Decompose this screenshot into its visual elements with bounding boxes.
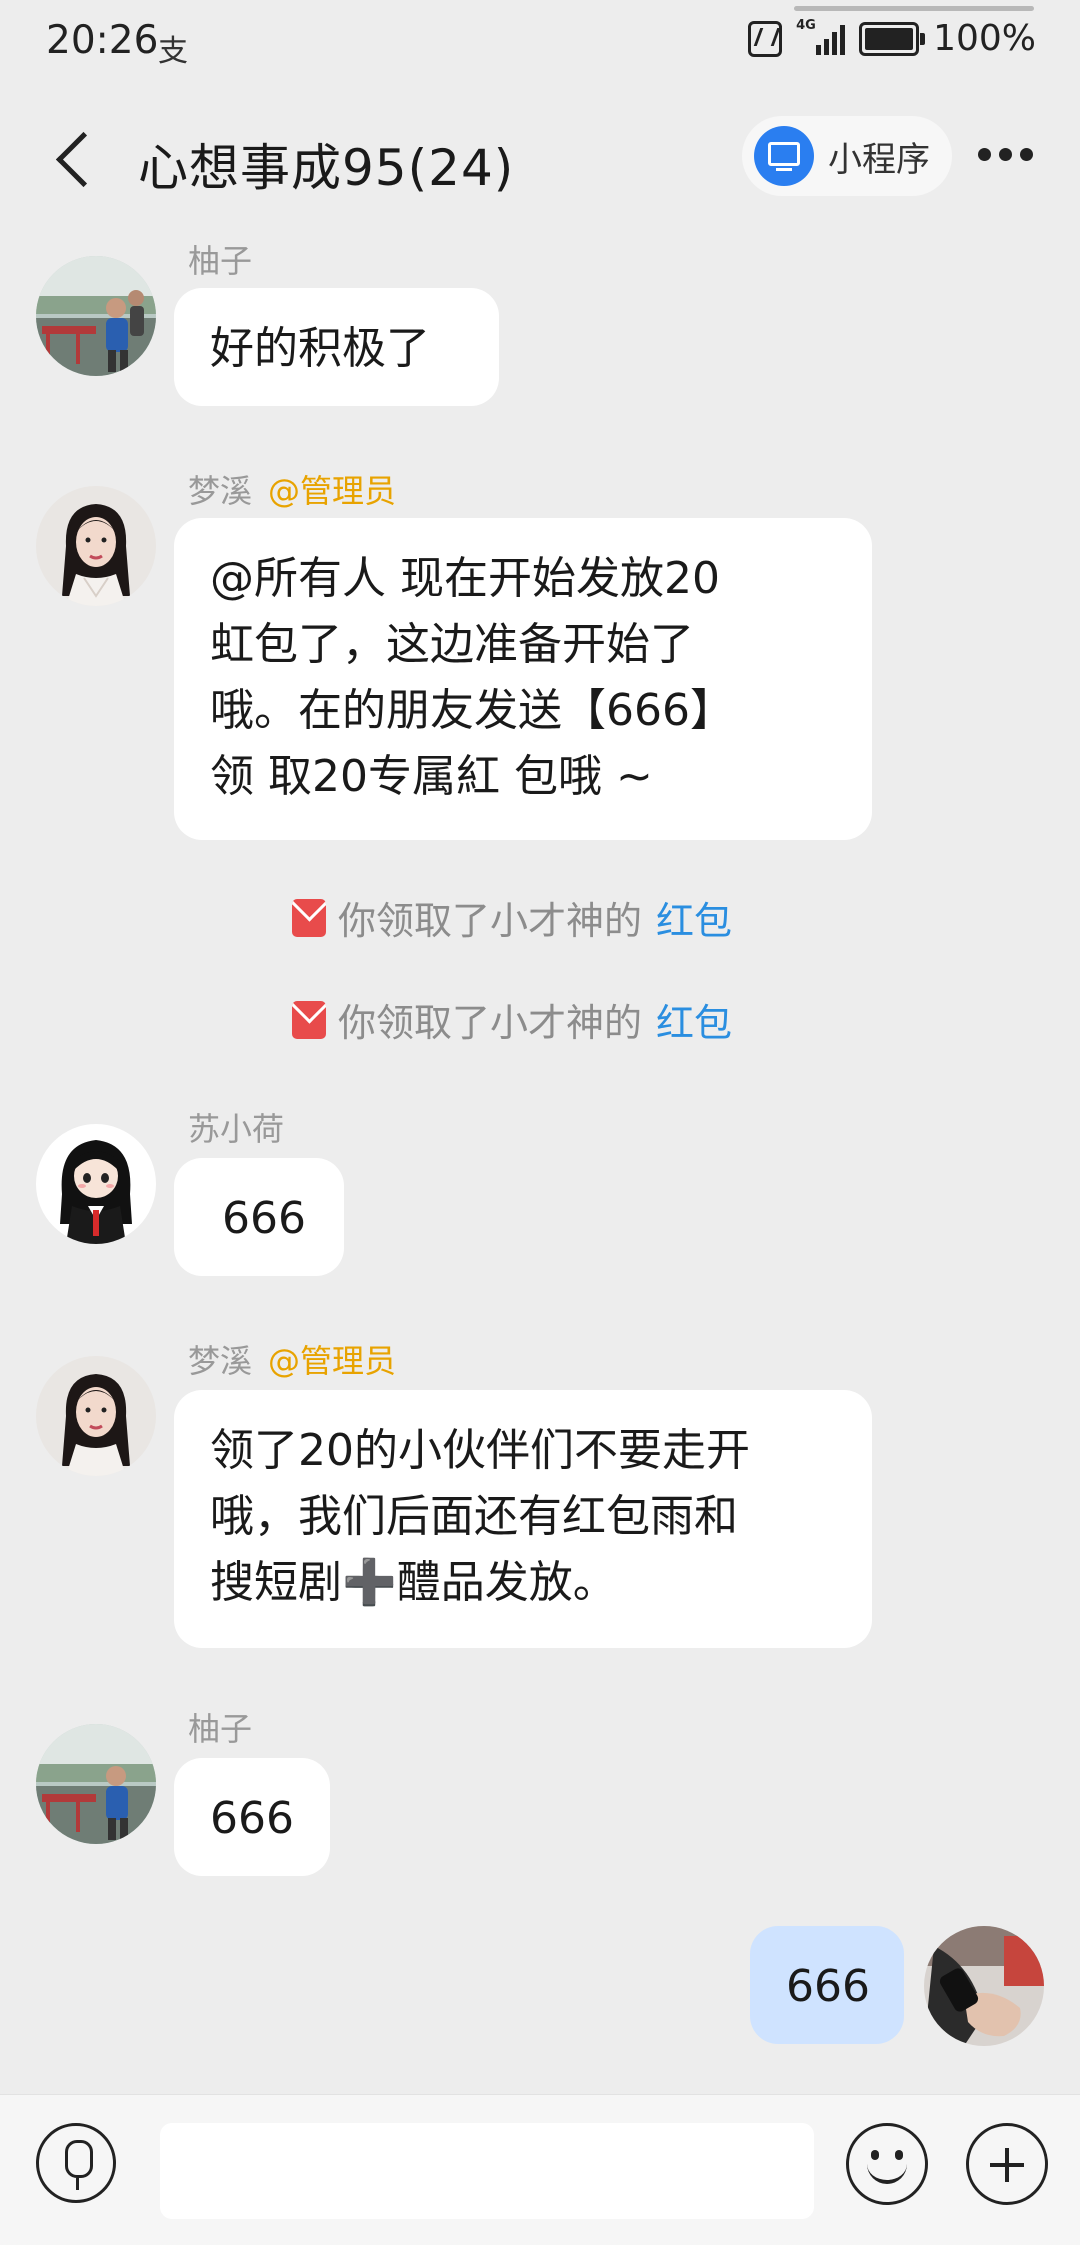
message-bubble[interactable]: 领了20的小伙伴们不要走开 哦，我们后面还有红包雨和 搜短剧➕醴品发放。 (174, 1390, 872, 1648)
message-bubble[interactable]: 666 (174, 1758, 330, 1876)
battery-icon (859, 21, 926, 56)
red-packet-notice: 你领取了小才神的 红包 (292, 992, 732, 1047)
red-packet-icon (292, 898, 326, 937)
message-input[interactable] (160, 2123, 814, 2219)
message-bubble[interactable]: @所有人 现在开始发放20 虹包了，这边准备开始了 哦。在的朋友发送【666】 … (174, 518, 872, 840)
message-bubble[interactable]: 好的积极了 (174, 288, 499, 406)
network-type: 4G (796, 17, 816, 33)
monitor-icon (754, 126, 814, 186)
avatar-youzi[interactable] (36, 1724, 156, 1844)
chat-header: 心想事成95(24) 小程序 (0, 100, 1080, 220)
nfc-icon (748, 20, 783, 57)
message-bubble[interactable]: 666 (174, 1158, 344, 1276)
alipay-indicator-icon: 支 (158, 34, 188, 69)
avatar-mengxi[interactable] (36, 1356, 156, 1476)
notice-text: 你领取了小才神的 (338, 1001, 643, 1045)
notice-text: 你领取了小才神的 (338, 899, 643, 943)
avatar-youzi[interactable] (36, 256, 156, 376)
sender-name: 梦溪 @管理员 (188, 1336, 396, 1382)
mini-program-label: 小程序 (828, 139, 930, 180)
sender-name: 柚子 (188, 1710, 253, 1748)
admin-badge: @管理员 (268, 472, 397, 510)
mini-program-button[interactable]: 小程序 (742, 116, 952, 196)
avatar-mengxi[interactable] (36, 486, 156, 606)
red-packet-link[interactable]: 红包 (656, 992, 732, 1047)
sender-name: 梦溪 @管理员 (188, 466, 396, 512)
sender-label: 梦溪 (188, 472, 253, 510)
status-icons: 4G 100% (748, 18, 1036, 59)
input-bar (0, 2094, 1080, 2245)
sender-label: 梦溪 (188, 1342, 253, 1380)
more-icon[interactable] (978, 148, 1033, 161)
status-bar: 20:26 支 4G 100% (0, 0, 1080, 86)
red-packet-link[interactable]: 红包 (656, 890, 732, 945)
gesture-line (794, 6, 1034, 11)
red-packet-notice: 你领取了小才神的 红包 (292, 890, 732, 945)
voice-icon[interactable] (36, 2123, 116, 2203)
battery-level: 100% (933, 18, 1036, 59)
avatar-me[interactable] (924, 1926, 1044, 2046)
chat-title[interactable]: 心想事成95(24) (138, 128, 514, 200)
my-message-bubble[interactable]: 666 (750, 1926, 904, 2044)
avatar-suxiaohe[interactable] (36, 1124, 156, 1244)
sender-name: 苏小荷 (188, 1110, 285, 1148)
back-arrow-icon[interactable] (50, 128, 110, 192)
plus-icon[interactable] (966, 2123, 1048, 2205)
sender-name: 柚子 (188, 242, 253, 280)
status-time: 20:26 (46, 18, 159, 63)
signal-icon: 4G (796, 18, 846, 55)
emoji-icon[interactable] (846, 2123, 928, 2205)
admin-badge: @管理员 (268, 1342, 397, 1380)
red-packet-icon (292, 1000, 326, 1039)
